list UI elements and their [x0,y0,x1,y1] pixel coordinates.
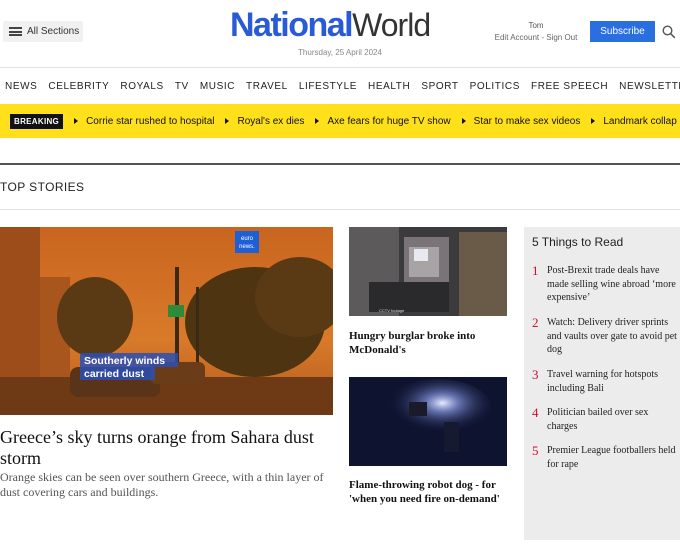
nav-item-free-speech[interactable]: FREE SPEECH [531,81,608,92]
item-number: 2 [532,315,539,330]
robot-dog-night-photo [349,377,507,466]
orange-sky-street-photo: euro news. Southerly winds carried dust [0,227,333,415]
site-logo[interactable]: National World [230,6,431,44]
all-sections-label: All Sections [27,26,80,37]
current-date: Thursday, 25 April 2024 [298,48,382,57]
nav-item-health[interactable]: HEALTH [368,81,410,92]
breaking-news-bar: BREAKING Corrie star rushed to hospital … [0,104,680,138]
main-nav: NEWS CELEBRITY ROYALS TV MUSIC TRAVEL LI… [0,67,680,104]
item-number: 4 [532,405,539,420]
all-sections-button[interactable]: All Sections [3,21,83,42]
item-number: 5 [532,443,539,458]
user-account: Tom Edit Account - Sign Out [486,20,586,44]
five-things-title: 5 Things to Read [532,235,624,249]
nav-item-news[interactable]: NEWS [5,81,37,92]
item-number: 3 [532,367,539,382]
hamburger-menu-icon [9,27,22,36]
section-divider [0,163,680,165]
lead-story-headline[interactable]: Greece’s sky turns orange from Sahara du… [0,427,340,469]
nav-item-lifestyle[interactable]: LIFESTYLE [299,81,357,92]
breaking-tag: BREAKING [10,113,64,129]
nav-item-music[interactable]: MUSIC [200,81,235,92]
svg-text:carried dust: carried dust [84,368,145,380]
svg-text:Southerly winds: Southerly winds [84,355,165,367]
logo-world-text: World [352,7,431,43]
top-stories-title: TOP STORIES [0,180,85,194]
item-number: 1 [532,263,539,278]
nav-item-tv[interactable]: TV [175,81,189,92]
item-text: Watch: Delivery driver sprints and vault… [547,317,677,355]
five-things-panel: 5 Things to Read 1 Post-Brexit trade dea… [524,227,680,540]
five-things-item[interactable]: 3 Travel warning for hotspots including … [532,368,677,395]
triangle-bullet-icon [591,118,596,124]
item-text: Premier League footballers held for rape [547,445,676,470]
logo-national-text: National [230,6,354,44]
section-divider [0,209,680,210]
breaking-item-text: Royal's ex dies [237,115,305,127]
subscribe-button[interactable]: Subscribe [590,21,655,42]
item-text: Politician bailed over sex charges [547,407,649,432]
item-text: Travel warning for hotspots including Ba… [547,369,659,394]
euronews-logo: euro [241,236,254,242]
five-things-item[interactable]: 4 Politician bailed over sex charges [532,406,677,433]
story-headline[interactable]: Hungry burglar broke into McDonald's [349,329,514,357]
nav-item-politics[interactable]: POLITICS [470,81,520,92]
triangle-bullet-icon [315,118,320,124]
lead-story-standfirst: Orange skies can be seen over southern G… [0,470,324,499]
user-name[interactable]: Tom [486,20,586,32]
breaking-item-text: Axe fears for huge TV show [327,115,451,127]
lead-story-image[interactable]: euro news. Southerly winds carried dust [0,227,333,415]
triangle-bullet-icon [461,118,466,124]
breaking-item-text: Landmark collap [603,115,677,127]
breaking-item-text: Star to make sex videos [473,115,581,127]
nav-item-celebrity[interactable]: CELEBRITY [48,81,109,92]
svg-text:CCTV footage: CCTV footage [379,308,405,313]
breaking-item-text: Corrie star rushed to hospital [86,115,215,127]
triangle-bullet-icon [74,118,79,124]
story-image-robot-dog[interactable] [349,377,507,466]
five-things-item[interactable]: 1 Post-Brexit trade deals have made sell… [532,264,677,305]
breaking-item[interactable]: Landmark collap [591,115,677,127]
breaking-ticker: Corrie star rushed to hospital Royal's e… [74,116,680,127]
svg-text:news.: news. [239,244,255,250]
story-headline[interactable]: Flame-throwing robot dog - for 'when you… [349,478,514,506]
breaking-item[interactable]: Axe fears for huge TV show [315,115,451,127]
cctv-kitchen-photo: CCTV footage [349,227,507,316]
nav-item-travel[interactable]: TRAVEL [246,81,288,92]
account-links[interactable]: Edit Account - Sign Out [486,32,586,44]
five-things-item[interactable]: 2 Watch: Delivery driver sprints and vau… [532,316,677,357]
five-things-item[interactable]: 5 Premier League footballers held for ra… [532,444,677,471]
breaking-item[interactable]: Royal's ex dies [225,116,304,127]
breaking-item[interactable]: Corrie star rushed to hospital [74,116,214,127]
triangle-bullet-icon [225,118,230,124]
nav-item-sport[interactable]: SPORT [421,81,458,92]
nav-item-newsletters[interactable]: NEWSLETTERS [619,81,680,92]
story-image-burglar[interactable]: CCTV footage [349,227,507,316]
breaking-item[interactable]: Star to make sex videos [461,115,581,127]
nav-item-royals[interactable]: ROYALS [120,81,163,92]
search-icon[interactable] [662,25,676,39]
site-header: All Sections National World Thursday, 25… [0,0,680,68]
item-text: Post-Brexit trade deals have made sellin… [547,265,676,303]
